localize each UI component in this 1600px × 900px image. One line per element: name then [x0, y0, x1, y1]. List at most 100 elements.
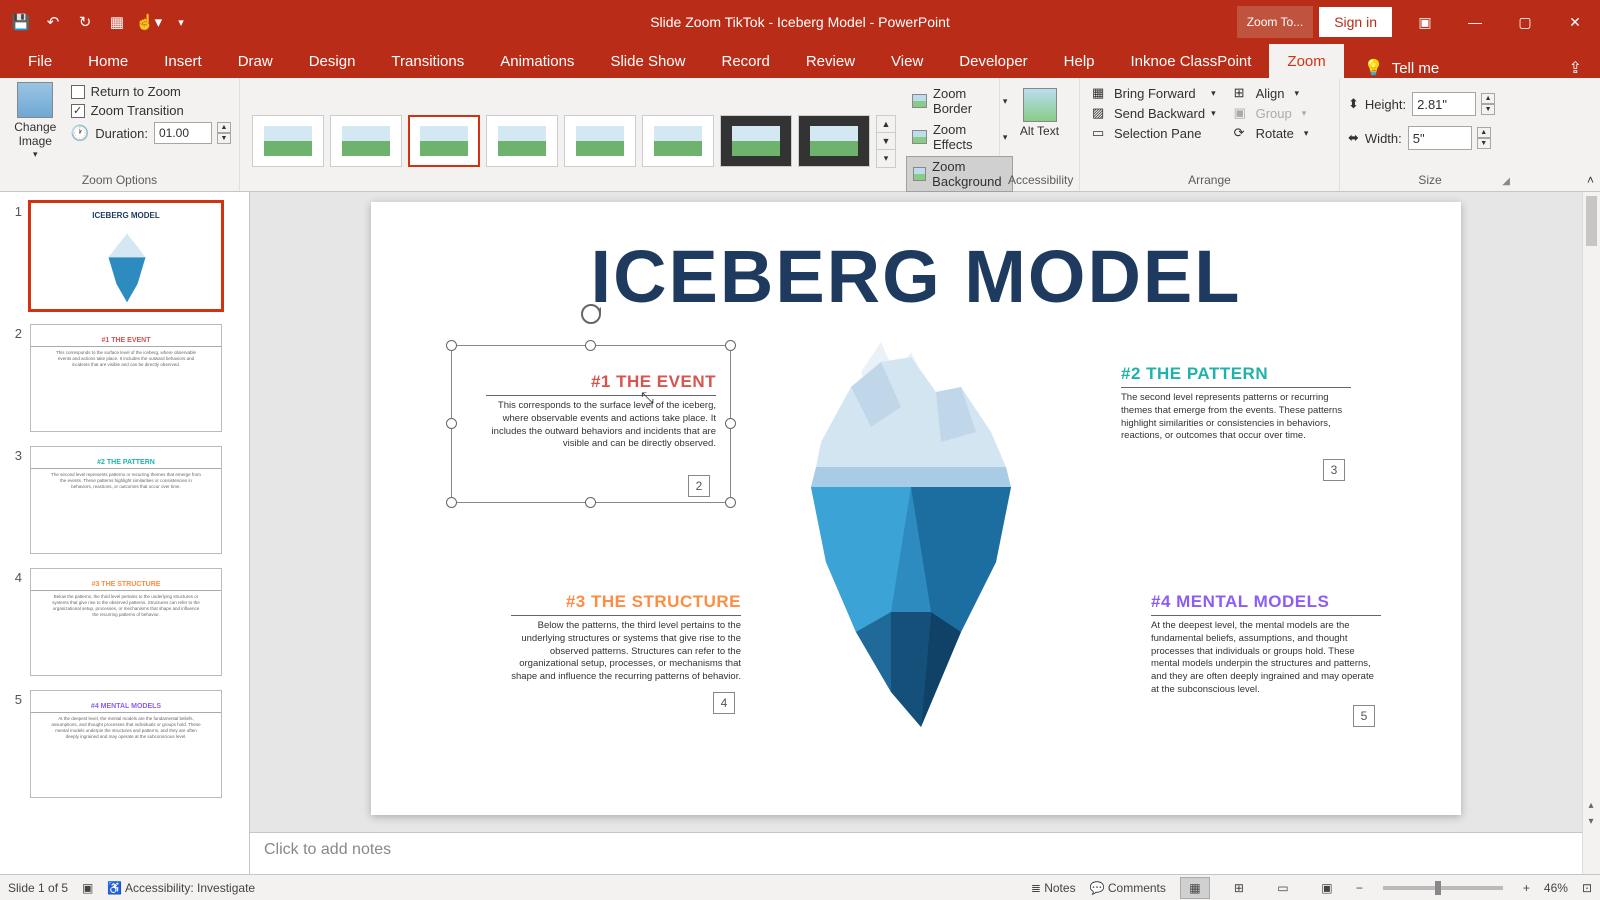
- zoom-style-7[interactable]: [720, 115, 792, 167]
- selection-pane-button[interactable]: ▭Selection Pane: [1088, 124, 1220, 142]
- return-to-zoom-checkbox[interactable]: Return to Zoom: [71, 84, 231, 99]
- change-image-button[interactable]: Change Image ▾: [8, 82, 63, 160]
- tab-transitions[interactable]: Transitions: [373, 44, 482, 78]
- reading-view-icon[interactable]: ▭: [1268, 877, 1298, 899]
- resize-handle[interactable]: [585, 497, 596, 508]
- notes-button[interactable]: ≣ Notes: [1031, 881, 1076, 895]
- zoom-percentage[interactable]: 46%: [1544, 881, 1568, 895]
- minimize-icon[interactable]: —: [1450, 0, 1500, 44]
- thumbnail-2[interactable]: #1 THE EVENT This corresponds to the sur…: [30, 324, 222, 432]
- undo-icon[interactable]: ↶: [38, 7, 68, 37]
- block-mental-models[interactable]: #4 MENTAL MODELS At the deepest level, t…: [1151, 592, 1381, 697]
- prev-slide-icon[interactable]: ▴: [1584, 798, 1598, 812]
- tab-insert[interactable]: Insert: [146, 44, 220, 78]
- start-from-beginning-icon[interactable]: ▦: [102, 7, 132, 37]
- block-structure[interactable]: #3 THE STRUCTURE Below the patterns, the…: [511, 592, 741, 684]
- group-button[interactable]: ▣Group▾: [1230, 104, 1313, 122]
- tab-record[interactable]: Record: [703, 44, 787, 78]
- tab-inknoe-classpoint[interactable]: Inknoe ClassPoint: [1113, 44, 1270, 78]
- block-pattern[interactable]: #2 THE PATTERN The second level represen…: [1121, 364, 1351, 443]
- width-spinner[interactable]: ▲▼: [1477, 127, 1491, 149]
- zoom-style-6[interactable]: [642, 115, 714, 167]
- zoom-style-8[interactable]: [798, 115, 870, 167]
- tab-help[interactable]: Help: [1046, 44, 1113, 78]
- resize-handle[interactable]: [585, 340, 596, 351]
- tab-view[interactable]: View: [873, 44, 941, 78]
- block-event[interactable]: #1 THE EVENT This corresponds to the sur…: [486, 372, 716, 451]
- tab-file[interactable]: File: [10, 44, 70, 78]
- zoom-style-1[interactable]: [252, 115, 324, 167]
- resize-handle[interactable]: [446, 497, 457, 508]
- zoom-style-3[interactable]: [408, 115, 480, 167]
- tab-animations[interactable]: Animations: [482, 44, 592, 78]
- slide-thumbnail-pane[interactable]: 1 ICEBERG MODEL 2 #1 THE EVENT This corr…: [0, 192, 250, 874]
- zoom-in-icon[interactable]: +: [1523, 881, 1530, 895]
- zoom-style-4[interactable]: [486, 115, 558, 167]
- resize-handle[interactable]: [446, 340, 457, 351]
- slide-sorter-view-icon[interactable]: ⊞: [1224, 877, 1254, 899]
- resize-handle[interactable]: [446, 418, 457, 429]
- zoom-to-button[interactable]: Zoom To...: [1237, 6, 1313, 38]
- resize-handle[interactable]: [725, 418, 736, 429]
- resize-handle[interactable]: [725, 340, 736, 351]
- comments-button[interactable]: 💬 Comments: [1090, 881, 1166, 895]
- tab-review[interactable]: Review: [788, 44, 873, 78]
- zoom-effects-button[interactable]: Zoom Effects▾: [906, 120, 1013, 154]
- width-input[interactable]: 5": [1408, 126, 1472, 150]
- align-button[interactable]: ⊞Align▾: [1230, 84, 1313, 102]
- thumbnail-4[interactable]: #3 THE STRUCTURE Below the patterns, the…: [30, 568, 222, 676]
- slideshow-view-icon[interactable]: ▣: [1312, 877, 1342, 899]
- zoom-border-button[interactable]: Zoom Border▾: [906, 84, 1013, 118]
- scrollbar-thumb[interactable]: [1586, 196, 1597, 246]
- share-icon[interactable]: ⇪: [1569, 58, 1582, 78]
- collapse-ribbon-icon[interactable]: ˄: [1587, 173, 1594, 187]
- touch-mode-icon[interactable]: ☝▾: [134, 7, 164, 37]
- thumbnail-3[interactable]: #2 THE PATTERN The second level represen…: [30, 446, 222, 554]
- tab-draw[interactable]: Draw: [220, 44, 291, 78]
- zoom-style-2[interactable]: [330, 115, 402, 167]
- tell-me-search[interactable]: 💡Tell me: [1364, 58, 1439, 78]
- send-backward-button[interactable]: ▨Send Backward▾: [1088, 104, 1220, 122]
- resize-handle[interactable]: [725, 497, 736, 508]
- duration-input[interactable]: 01.00: [154, 122, 212, 144]
- zoom-transition-checkbox[interactable]: ✓Zoom Transition: [71, 103, 231, 118]
- alt-text-button[interactable]: Alt Text: [1015, 82, 1065, 138]
- zoom-out-icon[interactable]: −: [1356, 881, 1363, 895]
- slide-title[interactable]: ICEBERG MODEL: [371, 234, 1461, 319]
- size-launcher[interactable]: ◢: [1502, 176, 1510, 187]
- height-input[interactable]: 2.81": [1412, 92, 1476, 116]
- tab-slide-show[interactable]: Slide Show: [592, 44, 703, 78]
- ribbon-display-options-icon[interactable]: ▣: [1400, 0, 1450, 44]
- rotate-handle-icon[interactable]: [579, 302, 603, 326]
- slide-1[interactable]: ICEBERG MODEL: [371, 202, 1461, 815]
- tab-home[interactable]: Home: [70, 44, 146, 78]
- zoom-background-button[interactable]: Zoom Background: [906, 156, 1013, 192]
- height-spinner[interactable]: ▲▼: [1481, 93, 1495, 115]
- tab-design[interactable]: Design: [291, 44, 374, 78]
- tab-zoom[interactable]: Zoom: [1269, 44, 1343, 78]
- fit-to-window-icon[interactable]: ⊡: [1582, 881, 1592, 895]
- maximize-icon[interactable]: ▢: [1500, 0, 1550, 44]
- save-icon[interactable]: 💾: [6, 7, 36, 37]
- qat-customize-icon[interactable]: ▾: [166, 7, 196, 37]
- accessibility-status[interactable]: ♿ Accessibility: Investigate: [107, 881, 255, 895]
- tab-developer[interactable]: Developer: [941, 44, 1045, 78]
- zoom-style-5[interactable]: [564, 115, 636, 167]
- gallery-scroll[interactable]: ▲▼▾: [876, 115, 896, 168]
- bring-forward-button[interactable]: ▦Bring Forward▾: [1088, 84, 1220, 102]
- duration-spinner[interactable]: ▲▼: [217, 122, 231, 144]
- iceberg-graphic[interactable]: [761, 332, 1061, 752]
- notes-pane[interactable]: Click to add notes: [250, 832, 1582, 874]
- normal-view-icon[interactable]: ▦: [1180, 877, 1210, 899]
- slide-indicator[interactable]: Slide 1 of 5: [8, 881, 68, 895]
- next-slide-icon[interactable]: ▾: [1584, 814, 1598, 828]
- sign-in-button[interactable]: Sign in: [1319, 7, 1392, 37]
- vertical-scrollbar[interactable]: ▴ ▾: [1582, 192, 1600, 874]
- close-icon[interactable]: ✕: [1550, 0, 1600, 44]
- thumbnail-1[interactable]: ICEBERG MODEL: [30, 202, 222, 310]
- redo-icon[interactable]: ↻: [70, 7, 100, 37]
- rotate-button[interactable]: ⟳Rotate▾: [1230, 124, 1313, 142]
- zoom-slider[interactable]: [1383, 886, 1503, 890]
- section-icon[interactable]: ▣: [82, 881, 93, 895]
- thumbnail-5[interactable]: #4 MENTAL MODELS At the deepest level, t…: [30, 690, 222, 798]
